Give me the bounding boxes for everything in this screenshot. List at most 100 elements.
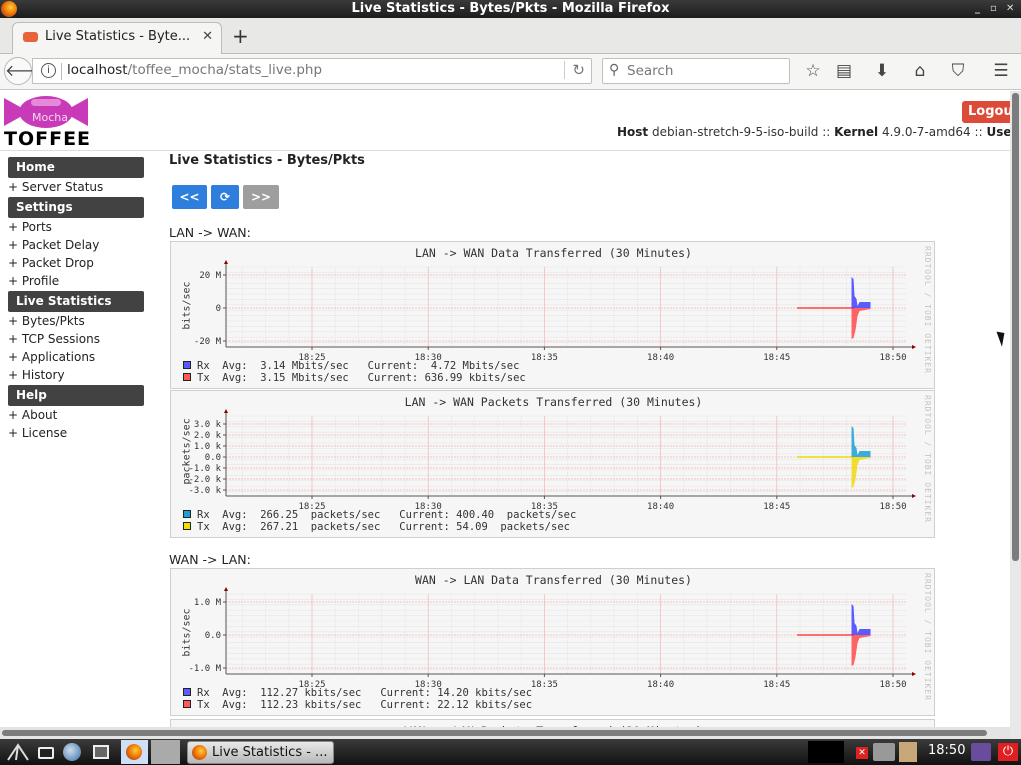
legend-swatch [183,700,191,708]
y-tick-label: 3.0 k [194,420,222,430]
url-path: /toffee_mocha/stats_live.php [127,62,323,78]
maximize-button[interactable]: ▫ [990,0,997,18]
window-title: Live Statistics - Bytes/Pkts - Mozilla F… [351,1,670,16]
y-tick-label: 20 M [199,271,221,281]
reload-icon[interactable]: ↻ [564,61,585,79]
x-tick-label: 18:40 [647,353,674,363]
sidebar-item-server-status[interactable]: + Server Status [8,179,144,196]
previous-button[interactable]: << [172,185,207,209]
y-tick-label: -3.0 k [188,486,221,496]
toffee-logo[interactable]: Mocha TOFFEE [4,96,90,150]
close-window-button[interactable]: ✕ [1006,0,1014,18]
reading-list-icon[interactable]: ▤ [833,61,855,81]
graph-lan-wan-packets: LAN -> WAN Packets Transferred (30 Minut… [170,390,935,538]
sidebar-section-help[interactable]: Help [8,385,144,406]
scrollbar-thumb[interactable] [2,730,987,736]
legend-text: Rx Avg: 112.27 kbits/sec Current: 14.20 … [197,687,533,699]
y-tick-label: 0.0 [205,631,221,641]
minimize-button[interactable]: _ [975,0,980,18]
separator: :: [822,125,831,139]
sidebar-item-packet-drop[interactable]: + Packet Drop [8,255,144,272]
refresh-button[interactable]: ⟳ [211,185,239,209]
sidebar-item-packet-delay[interactable]: + Packet Delay [8,237,144,254]
menu-icon[interactable]: ☰ [990,61,1012,81]
network-disconnected-icon[interactable]: ✕ [856,747,868,759]
sidebar-section-settings[interactable]: Settings [8,197,144,218]
tab-live-statistics[interactable]: Live Statistics - Byte... ✕ [12,22,222,54]
sidebar-section-home[interactable]: Home [8,157,144,178]
legend-swatch [183,522,191,530]
url-text[interactable]: localhost/toffee_mocha/stats_live.php [67,62,322,78]
horizontal-scrollbar[interactable] [0,727,1010,739]
download-icon[interactable]: ⬇ [871,61,893,81]
y-tick-label: 1.0 M [194,598,222,608]
legend-text: Rx Avg: 266.25 packets/sec Current: 400.… [197,509,577,521]
logo-mocha-text: Mocha [32,111,68,124]
sidebar-item-profile[interactable]: + Profile [8,273,144,290]
y-tick-label: -1.0 M [188,664,221,674]
search-input[interactable]: ⚲ Search [602,58,790,84]
pocket-icon[interactable]: ⛉ [947,61,969,81]
vertical-scrollbar[interactable] [1010,91,1021,739]
sidebar-item-history[interactable]: + History [8,367,144,384]
host-value: debian-stretch-9-5-iso-build [652,125,819,139]
sidebar-item-about[interactable]: + About [8,407,144,424]
legend-rx: Rx Avg: 112.27 kbits/sec Current: 14.20 … [183,687,532,699]
terminal-icon[interactable] [38,747,54,759]
info-icon[interactable]: i [41,63,56,78]
legend-text: Tx Avg: 267.21 packets/sec Current: 54.0… [197,521,570,533]
firefox-launcher[interactable] [121,740,148,764]
sidebar-section-live-statistics[interactable]: Live Statistics [8,291,144,312]
host-label: Host [617,125,649,139]
legend-tx: Tx Avg: 3.15 Mbits/sec Current: 636.99 k… [183,372,526,384]
url-host: localhost [67,62,128,78]
next-button[interactable]: >> [243,185,279,209]
power-icon[interactable]: ⏻ [998,743,1018,761]
firefox-icon [1,1,17,17]
y-tick-label: 0.0 [205,453,221,463]
sidebar-item-ports[interactable]: + Ports [8,219,144,236]
new-tab-button[interactable]: + [232,22,249,50]
start-menu-icon[interactable] [6,743,30,761]
search-placeholder: Search [627,63,674,79]
firefox-icon [126,744,142,760]
network-icon[interactable] [873,743,895,761]
legend-text: Tx Avg: 3.15 Mbits/sec Current: 636.99 k… [197,372,526,384]
logout-button[interactable]: Logout [962,101,1010,123]
x-tick-label: 18:35 [531,353,558,363]
group-label-wan-lan: WAN -> LAN: [169,552,251,567]
bookmark-star-icon[interactable]: ☆ [802,61,824,81]
window-switcher-icon[interactable] [93,745,109,759]
legend-swatch [183,510,191,518]
window-titlebar: Live Statistics - Bytes/Pkts - Mozilla F… [0,0,1021,18]
x-tick-label: 18:50 [879,680,906,690]
home-icon[interactable]: ⌂ [909,61,931,81]
browser-globe-icon[interactable] [63,743,81,761]
clipboard-icon[interactable] [899,742,917,762]
navigation-bar: 🡐 i localhost/toffee_mocha/stats_live.ph… [0,54,1021,90]
sidebar-item-license[interactable]: + License [8,425,144,442]
sidebar-item-applications[interactable]: + Applications [8,349,144,366]
separator: :: [974,125,983,139]
clock[interactable]: 18:50 [928,743,965,758]
x-tick-label: 18:35 [531,680,558,690]
graph-lan-wan-data: LAN -> WAN Data Transferred (30 Minutes)… [170,241,935,389]
legend-swatch [183,373,191,381]
taskbar-window-button[interactable]: Live Statistics - ... [187,741,334,764]
rx-series-area [851,277,871,308]
sidebar-item-bytes-pkts[interactable]: + Bytes/Pkts [8,313,144,330]
y-tick-label: 0 [216,304,221,314]
cpu-monitor-graph [808,741,844,763]
time-nav-buttons: << ⟳ >> [172,185,283,209]
back-button[interactable]: 🡐 [4,57,48,85]
close-tab-icon[interactable]: ✕ [202,23,213,51]
tab-title: Live Statistics - Byte... [45,29,191,44]
scrollbar-thumb[interactable] [1012,93,1019,561]
main-content: Live Statistics - Bytes/Pkts << ⟳ >> [169,153,365,209]
workspace-pager[interactable] [151,740,180,764]
lock-screen-icon[interactable] [971,743,991,761]
sidebar-item-tcp-sessions[interactable]: + TCP Sessions [8,331,144,348]
url-bar[interactable]: i localhost/toffee_mocha/stats_live.php … [32,58,592,84]
x-tick-label: 18:45 [763,502,790,512]
tx-series-area [851,635,871,666]
